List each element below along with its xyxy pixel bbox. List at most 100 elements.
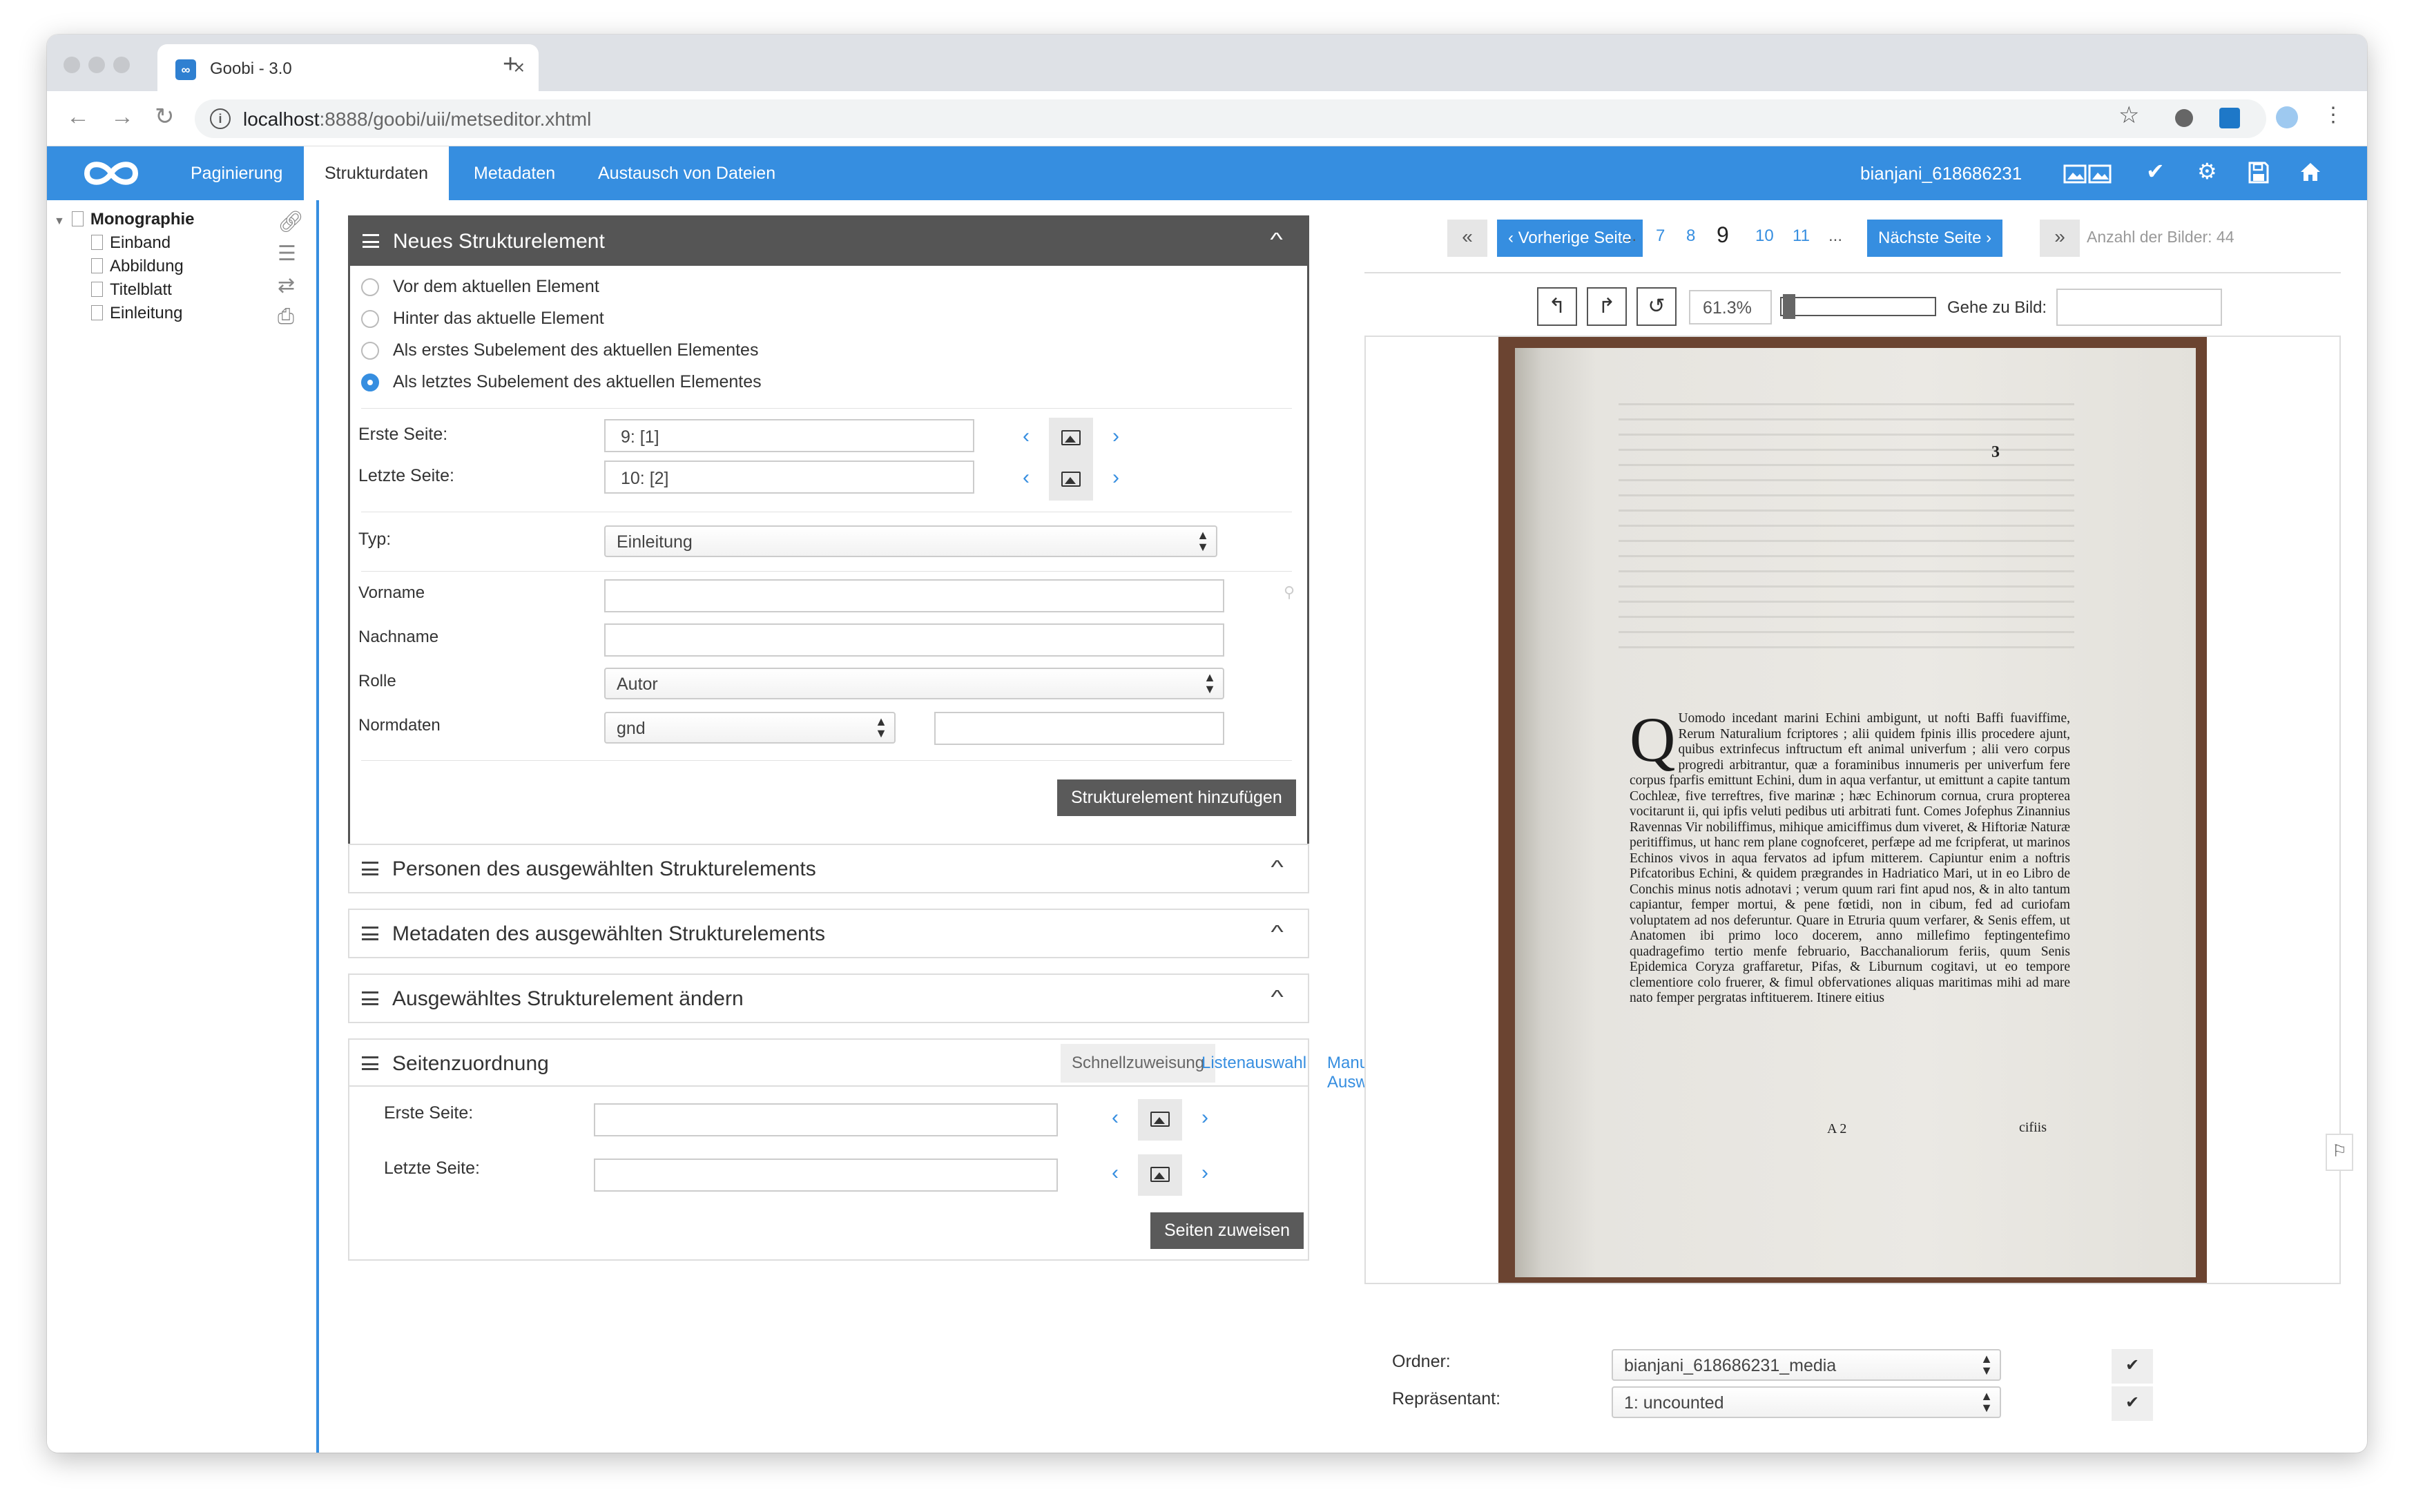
- assign-first-image-button[interactable]: [1138, 1099, 1182, 1141]
- save-icon[interactable]: [2248, 162, 2269, 187]
- tree-node-einleitung[interactable]: Einleitung: [91, 304, 182, 323]
- chevron-up-icon[interactable]: ^: [1270, 229, 1282, 251]
- firstname-input[interactable]: [604, 579, 1224, 612]
- rotate-right-icon[interactable]: ↱: [1587, 287, 1627, 326]
- last-page-next-icon[interactable]: ›: [1112, 466, 1119, 490]
- tree-node-einband[interactable]: Einband: [91, 233, 171, 253]
- print-icon[interactable]: ⎙: [278, 305, 294, 329]
- authority-id-input[interactable]: [934, 712, 1224, 745]
- url-text[interactable]: localhost:8888/goobi/uii/metseditor.xhtm…: [243, 108, 591, 130]
- tree-node-abbildung[interactable]: Abbildung: [91, 257, 184, 276]
- chevron-up-icon[interactable]: ^: [1271, 921, 1283, 943]
- authority-select[interactable]: gnd ▲ ▼: [604, 712, 896, 744]
- assign-last-page-input[interactable]: [594, 1159, 1058, 1192]
- tab-strukturdaten[interactable]: Strukturdaten: [304, 146, 450, 200]
- search-icon[interactable]: ⚲: [1284, 583, 1295, 601]
- reload-icon[interactable]: ↻: [155, 105, 175, 128]
- tree-node-titelblatt[interactable]: Titelblatt: [91, 280, 172, 300]
- last-page-image-button[interactable]: [1049, 459, 1093, 501]
- bookmark-star-icon[interactable]: ☆: [2118, 104, 2139, 127]
- last-page-input[interactable]: 10: [2]: [604, 461, 974, 494]
- chevron-up-icon[interactable]: ^: [1271, 986, 1283, 1008]
- tab-listenauswahl[interactable]: Listenauswahl: [1201, 1054, 1306, 1073]
- panel-header[interactable]: Metadaten des ausgewählten Struktureleme…: [349, 910, 1308, 957]
- back-icon[interactable]: ←: [66, 105, 90, 128]
- bookmark-icon[interactable]: ⚐: [2326, 1134, 2353, 1171]
- tab-metadaten[interactable]: Metadaten: [453, 146, 576, 200]
- check-icon[interactable]: ✔: [2146, 160, 2165, 182]
- representative-confirm-icon[interactable]: ✔: [2112, 1386, 2153, 1421]
- extension-circle-icon[interactable]: [2175, 109, 2193, 127]
- panel-header[interactable]: Neues Strukturelement ^: [350, 217, 1307, 266]
- lastname-input[interactable]: [604, 623, 1224, 657]
- link-icon[interactable]: 🔗︎: [278, 210, 304, 234]
- assign-first-page-input[interactable]: [594, 1103, 1058, 1136]
- address-bar[interactable]: i localhost:8888/goobi/uii/metseditor.xh…: [195, 99, 2266, 138]
- extension-trello-icon[interactable]: [2219, 108, 2240, 128]
- images-icon[interactable]: [2063, 163, 2112, 188]
- new-tab-icon[interactable]: +: [503, 51, 518, 77]
- folder-confirm-icon[interactable]: ✔: [2112, 1349, 2153, 1384]
- tab-austausch-von-dateien[interactable]: Austausch von Dateien: [577, 146, 796, 200]
- goto-image-input[interactable]: [2056, 289, 2222, 326]
- previous-page-button[interactable]: ‹ Vorherige Seite: [1497, 220, 1643, 257]
- gear-icon[interactable]: ⚙: [2197, 160, 2217, 182]
- zoom-slider[interactable]: [1780, 294, 1936, 319]
- first-page-next-icon[interactable]: ›: [1112, 425, 1119, 448]
- forward-icon[interactable]: →: [110, 105, 134, 128]
- first-page-prev-icon[interactable]: ‹: [1023, 425, 1030, 448]
- page-link-8[interactable]: 8: [1686, 226, 1695, 246]
- option-before-current[interactable]: Vor dem aktuellen Element: [361, 277, 599, 297]
- radio-button[interactable]: [361, 310, 379, 328]
- radio-button[interactable]: [361, 278, 379, 296]
- image-viewer[interactable]: 3 Q Uomodo incedant marini Echini ambigun…: [1364, 336, 2341, 1284]
- assign-pages-button[interactable]: Seiten zuweisen: [1150, 1212, 1304, 1249]
- page-link-11[interactable]: 11: [1793, 226, 1810, 246]
- type-select[interactable]: Einleitung ▲ ▼: [604, 525, 1217, 557]
- option-after-current[interactable]: Hinter das aktuelle Element: [361, 309, 604, 329]
- zoom-window-dot[interactable]: [113, 57, 130, 73]
- assign-last-image-button[interactable]: [1138, 1154, 1182, 1196]
- last-page-icon[interactable]: »: [2040, 220, 2080, 257]
- radio-button-selected[interactable]: [361, 374, 379, 391]
- page-link-10[interactable]: 10: [1755, 226, 1774, 246]
- browser-tab[interactable]: ∞ Goobi - 3.0 ×: [157, 44, 539, 91]
- option-first-child[interactable]: Als erstes Subelement des aktuellen Elem…: [361, 340, 758, 360]
- zoom-slider-handle[interactable]: [1783, 294, 1795, 319]
- radio-button[interactable]: [361, 342, 379, 360]
- assign-first-next-icon[interactable]: ›: [1201, 1106, 1208, 1130]
- folder-select[interactable]: bianjani_618686231_media ▲ ▼: [1612, 1349, 2001, 1381]
- close-window-dot[interactable]: [64, 57, 80, 73]
- list-icon[interactable]: ☰: [278, 242, 296, 266]
- panel-header[interactable]: Personen des ausgewählten Strukturelemen…: [349, 845, 1308, 892]
- role-select[interactable]: Autor ▲ ▼: [604, 668, 1224, 699]
- next-page-button[interactable]: Nächste Seite ›: [1867, 220, 2003, 257]
- goobi-logo-icon[interactable]: [80, 155, 142, 192]
- home-icon[interactable]: [2299, 162, 2321, 186]
- representative-select[interactable]: 1: uncounted ▲ ▼: [1612, 1386, 2001, 1418]
- profile-avatar-icon[interactable]: [2276, 106, 2298, 128]
- first-page-icon[interactable]: «: [1447, 220, 1487, 257]
- chevron-up-icon[interactable]: ^: [1271, 856, 1283, 878]
- collapse-triangle-icon[interactable]: ▼: [54, 215, 65, 227]
- panel-header[interactable]: Ausgewähltes Strukturelement ändern ^: [349, 975, 1308, 1022]
- info-icon[interactable]: i: [210, 108, 231, 129]
- first-page-input[interactable]: 9: [1]: [604, 419, 974, 452]
- swap-arrows-icon[interactable]: ⇄: [278, 273, 295, 298]
- assign-first-prev-icon[interactable]: ‹: [1112, 1106, 1119, 1130]
- rotate-left-icon[interactable]: ↰: [1537, 287, 1577, 326]
- page-link-7[interactable]: 7: [1656, 226, 1665, 246]
- browser-menu-icon[interactable]: ⋮: [2323, 105, 2344, 126]
- tab-paginierung[interactable]: Paginierung: [170, 146, 303, 200]
- tree-node-root[interactable]: ▼ Monographie: [54, 210, 195, 229]
- add-structure-element-button[interactable]: Strukturelement hinzufügen: [1057, 779, 1296, 816]
- minimize-window-dot[interactable]: [88, 57, 105, 73]
- current-page-number: 9: [1717, 222, 1729, 247]
- reset-rotation-icon[interactable]: ↺: [1636, 287, 1677, 326]
- last-page-prev-icon[interactable]: ‹: [1023, 466, 1030, 490]
- assign-last-next-icon[interactable]: ›: [1201, 1161, 1208, 1185]
- option-last-child[interactable]: Als letztes Subelement des aktuellen Ele…: [361, 372, 762, 392]
- first-page-image-button[interactable]: [1049, 418, 1093, 459]
- tab-schnellzuweisung[interactable]: Schnellzuweisung: [1061, 1044, 1216, 1083]
- assign-last-prev-icon[interactable]: ‹: [1112, 1161, 1119, 1185]
